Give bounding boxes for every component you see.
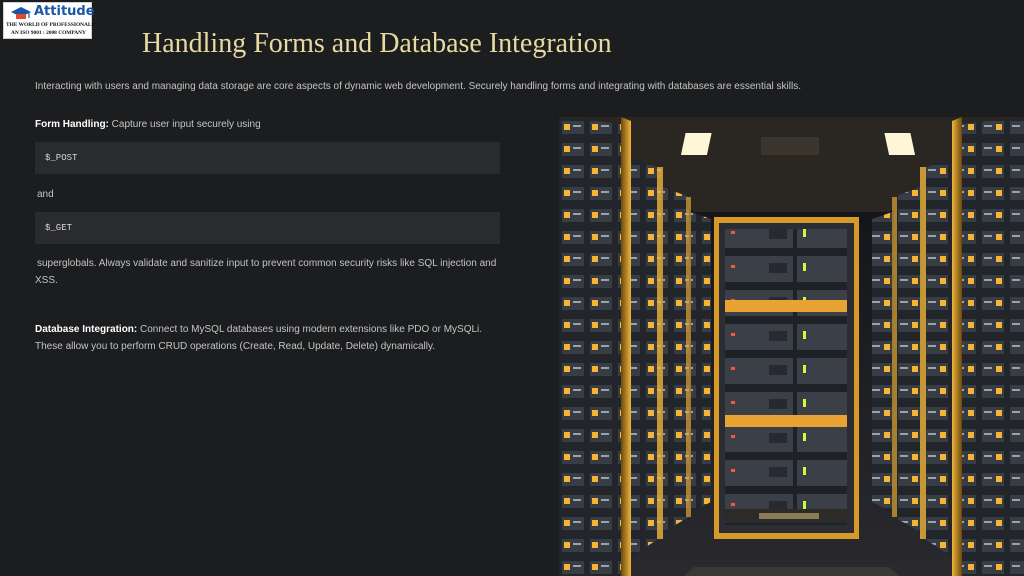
database-integration-label: Database Integration: [35, 324, 138, 335]
connector-text: and [37, 189, 54, 200]
intro-text: Interacting with users and managing data… [35, 81, 801, 92]
logo-tagline: The World Of Professionals [6, 22, 95, 28]
company-logo: Attitude The World Of Professionals An I… [3, 2, 95, 39]
logo-name: Attitude [34, 4, 95, 19]
code-block-post: $_POST [35, 142, 500, 174]
form-handling-lead: Form Handling: Capture user input secure… [35, 116, 261, 133]
code-block-get: $_GET [35, 212, 500, 244]
database-integration-paragraph: Database Integration: Connect to MySQL d… [35, 321, 505, 355]
graduation-cap-icon [11, 7, 31, 19]
slide-title: Handling Forms and Database Integration [142, 28, 612, 59]
logo-certification: An ISO 9001 : 2008 Company [11, 30, 86, 36]
form-handling-tail: superglobals. Always validate and saniti… [35, 258, 497, 286]
server-room-illustration [559, 117, 1024, 576]
form-handling-label: Form Handling: [35, 119, 109, 130]
form-handling-text: Capture user input securely using [108, 119, 261, 130]
